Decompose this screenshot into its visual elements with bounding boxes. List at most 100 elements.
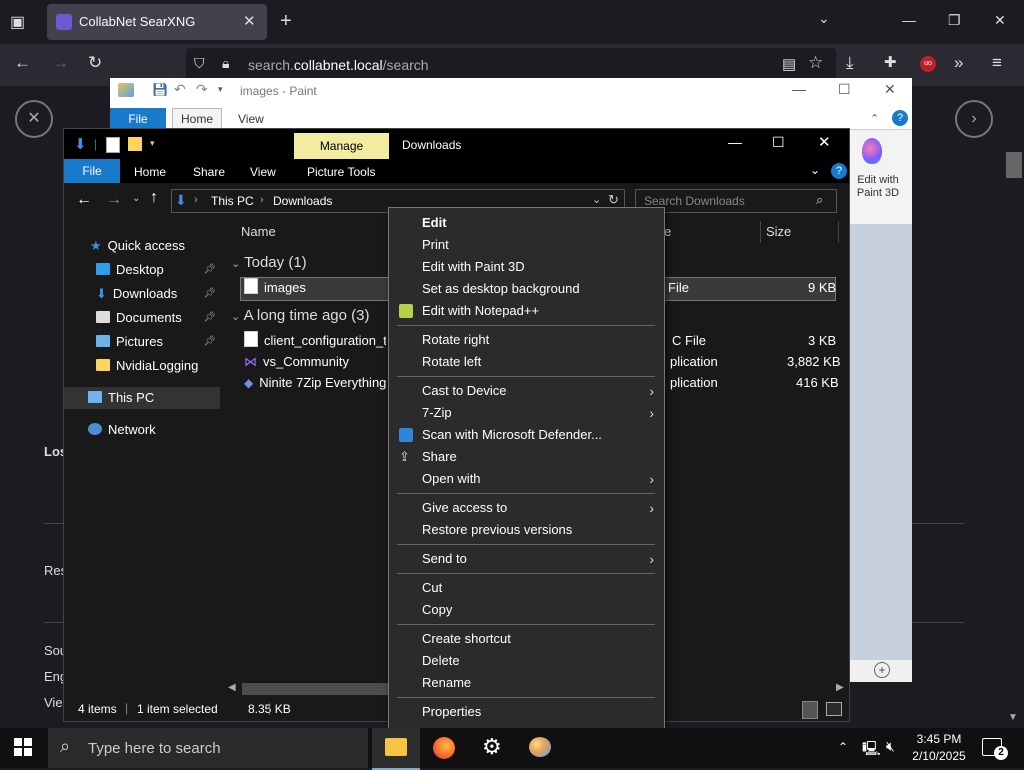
- explorer-maximize-icon[interactable]: ☐: [772, 134, 785, 151]
- table-row[interactable]: ⋈ vs_Community: [244, 351, 386, 373]
- explorer-tab-picture-tools[interactable]: Picture Tools: [307, 165, 375, 179]
- scroll-left-icon[interactable]: ◀: [228, 682, 236, 693]
- redo-icon[interactable]: ↷: [196, 81, 208, 98]
- zoom-in-icon[interactable]: +: [874, 662, 890, 678]
- menu-item-7zip[interactable]: 7-Zip ›: [389, 402, 664, 424]
- taskbar-settings[interactable]: ⚙: [468, 728, 516, 768]
- nav-quick-access[interactable]: ★ Quick access: [64, 235, 220, 257]
- details-view-icon[interactable]: [802, 701, 818, 719]
- restore-icon[interactable]: ❐: [948, 12, 961, 29]
- nav-downloads[interactable]: ⬇ Downloads 📌︎: [64, 283, 220, 305]
- group-today[interactable]: ⌄ Today (1): [231, 254, 307, 271]
- menu-item-restore-versions[interactable]: Restore previous versions: [389, 519, 664, 541]
- quick-access-chevron-icon[interactable]: ▾: [218, 84, 223, 95]
- taskbar-firefox[interactable]: [420, 728, 468, 768]
- nav-documents[interactable]: Documents 📌︎: [64, 307, 220, 329]
- menu-item-rotate-left[interactable]: Rotate left: [389, 351, 664, 373]
- menu-item-send-to[interactable]: Send to ›: [389, 548, 664, 570]
- scroll-down-icon[interactable]: ▼: [1008, 712, 1018, 723]
- menu-item-share[interactable]: ⇪ Share: [389, 446, 664, 468]
- extensions-icon[interactable]: ✚: [884, 53, 897, 71]
- explorer-back-icon[interactable]: ←: [76, 191, 92, 209]
- menu-item-print[interactable]: Print: [389, 234, 664, 256]
- menu-item-give-access[interactable]: Give access to ›: [389, 497, 664, 519]
- explorer-tab-share[interactable]: Share: [193, 165, 225, 179]
- nav-this-pc[interactable]: This PC: [64, 387, 220, 409]
- refresh-icon[interactable]: ↻: [608, 192, 619, 208]
- volume-muted-icon[interactable]: 🔇︎: [886, 738, 895, 755]
- menu-item-edit-notepadpp[interactable]: Edit with Notepad++: [389, 300, 664, 322]
- undo-icon[interactable]: ↶: [174, 81, 186, 98]
- column-type[interactable]: e: [664, 224, 671, 239]
- paint-close-icon[interactable]: ✕: [884, 81, 896, 98]
- ribbon-collapse-icon[interactable]: ⌃: [870, 112, 879, 125]
- table-row[interactable]: ◆ Ninite 7Zip Everything F: [244, 372, 386, 394]
- browser-tab[interactable]: CollabNet SearXNG ✕: [47, 4, 267, 40]
- paint-maximize-icon[interactable]: ☐: [838, 81, 851, 98]
- menu-item-properties[interactable]: Properties: [389, 701, 664, 723]
- menu-item-cut[interactable]: Cut: [389, 577, 664, 599]
- pin-icon[interactable]: 📌︎: [203, 283, 216, 305]
- column-size[interactable]: Size: [766, 224, 791, 239]
- breadcrumb-this-pc[interactable]: This PC: [211, 194, 254, 208]
- nav-pictures[interactable]: Pictures 📌︎: [64, 331, 220, 353]
- nav-desktop[interactable]: Desktop 📌︎: [64, 259, 220, 281]
- properties-icon[interactable]: [106, 137, 120, 153]
- menu-item-rotate-right[interactable]: Rotate right: [389, 329, 664, 351]
- column-name[interactable]: Name: [241, 224, 276, 239]
- taskbar-search-input[interactable]: ⌕ Type here to search: [48, 728, 368, 768]
- table-row[interactable]: client_configuration_tok: [244, 330, 386, 352]
- explorer-tab-view[interactable]: View: [250, 165, 276, 179]
- menu-item-delete[interactable]: Delete: [389, 650, 664, 672]
- address-dropdown-icon[interactable]: ⌄: [592, 193, 601, 206]
- downloads-icon[interactable]: ⤓: [846, 53, 854, 73]
- qat-chevron-icon[interactable]: ▾: [150, 138, 155, 149]
- menu-item-open-with[interactable]: Open with ›: [389, 468, 664, 490]
- menu-item-cast-to-device[interactable]: Cast to Device ›: [389, 380, 664, 402]
- prev-circle-button[interactable]: ✕: [15, 100, 53, 138]
- menu-item-edit-paint3d[interactable]: Edit with Paint 3D: [389, 256, 664, 278]
- chevron-down-icon[interactable]: ⌄: [818, 10, 830, 27]
- shield-icon[interactable]: ⛉: [194, 55, 205, 72]
- nav-nvidialogging[interactable]: NvidiaLogging: [64, 355, 220, 377]
- search-downloads-input[interactable]: Search Downloads ⌕: [635, 189, 837, 213]
- scroll-right-icon[interactable]: ▶: [836, 682, 844, 693]
- chevron-up-icon[interactable]: ⌃: [838, 740, 848, 754]
- explorer-minimize-icon[interactable]: —: [728, 134, 742, 150]
- menu-item-create-shortcut[interactable]: Create shortcut: [389, 628, 664, 650]
- menu-item-scan-defender[interactable]: Scan with Microsoft Defender...: [389, 424, 664, 446]
- taskbar-file-explorer[interactable]: [372, 728, 420, 770]
- ribbon-expand-icon[interactable]: ⌄: [810, 163, 820, 177]
- pin-icon[interactable]: 📌︎: [203, 259, 216, 281]
- column-divider[interactable]: [838, 221, 839, 243]
- paint-minimize-icon[interactable]: —: [792, 81, 806, 97]
- menu-item-copy[interactable]: Copy: [389, 599, 664, 621]
- minimize-icon[interactable]: —: [902, 12, 916, 28]
- page-scrollbar-thumb[interactable]: [1006, 152, 1022, 178]
- explorer-tab-file[interactable]: File: [64, 159, 120, 183]
- network-tray-icon[interactable]: 🖳︎: [862, 738, 881, 762]
- edit-with-paint3d-button[interactable]: Edit with Paint 3D: [848, 174, 908, 200]
- save-icon[interactable]: 💾︎: [152, 82, 169, 98]
- file-name[interactable]: images: [244, 277, 306, 299]
- group-long-ago[interactable]: ⌄ A long time ago (3): [231, 307, 369, 324]
- large-icons-view-icon[interactable]: [826, 702, 842, 716]
- paint-tab-file[interactable]: File: [110, 108, 166, 130]
- nav-network[interactable]: Network: [64, 419, 220, 441]
- bookmark-star-icon[interactable]: ☆: [808, 53, 823, 73]
- clock-date[interactable]: 2/10/2025: [904, 749, 974, 763]
- reader-view-icon[interactable]: ▤: [782, 55, 796, 73]
- help-icon[interactable]: ?: [892, 110, 908, 126]
- tab-overview-icon[interactable]: ▣: [10, 12, 25, 32]
- new-folder-icon[interactable]: [128, 137, 142, 151]
- explorer-forward-icon[interactable]: →: [106, 191, 122, 209]
- paint-tab-view[interactable]: View: [238, 112, 264, 126]
- ublock-icon[interactable]: uo: [920, 56, 936, 72]
- breadcrumb-downloads[interactable]: Downloads: [273, 194, 332, 208]
- pin-icon[interactable]: 📌︎: [203, 307, 216, 329]
- manage-tab[interactable]: Manage: [294, 133, 389, 159]
- hamburger-menu-icon[interactable]: ≡: [992, 53, 1002, 73]
- clock-time[interactable]: 3:45 PM: [904, 732, 974, 746]
- overflow-menu-icon[interactable]: »: [954, 53, 963, 73]
- explorer-help-icon[interactable]: ?: [831, 163, 847, 179]
